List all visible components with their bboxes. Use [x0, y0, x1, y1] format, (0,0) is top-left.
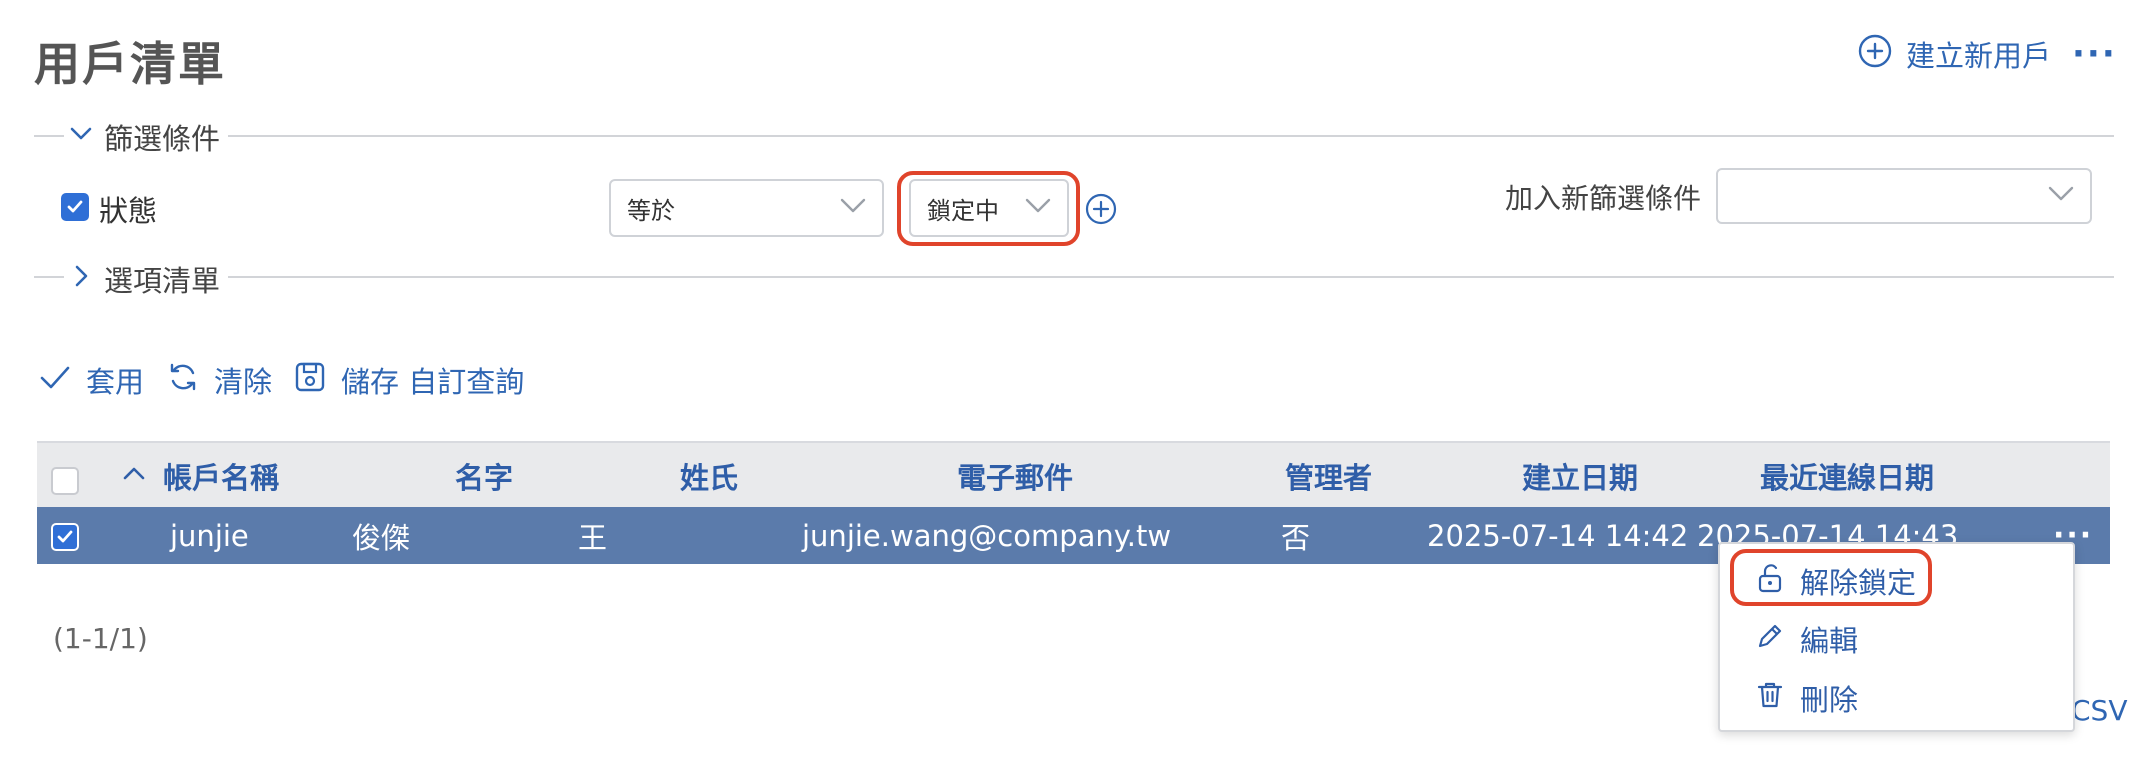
- column-header-last-name[interactable]: 姓氏: [680, 443, 738, 509]
- column-header-last-login[interactable]: 最近連線日期: [1760, 443, 1934, 509]
- clear-label: 清除: [214, 365, 273, 399]
- chevron-right-icon: [68, 262, 94, 296]
- menu-item-edit[interactable]: 編輯: [1754, 618, 1858, 660]
- menu-item-label: 編輯: [1800, 624, 1859, 658]
- table-header: 帳戶名稱 名字 姓氏 電子郵件 管理者 建立日期 最近連線日期: [37, 441, 2110, 507]
- options-section-divider: [34, 276, 2114, 278]
- apply-button[interactable]: 套用: [38, 359, 144, 401]
- check-icon: [38, 360, 72, 401]
- pagination-info: (1-1/1): [53, 622, 148, 655]
- trash-icon: [1754, 679, 1786, 718]
- status-filter-checkbox[interactable]: [61, 193, 89, 221]
- create-user-button[interactable]: 建立新用戶: [1858, 33, 2051, 75]
- column-header-account[interactable]: 帳戶名稱: [121, 443, 279, 509]
- chevron-down-icon: [1023, 194, 1053, 222]
- cell-email: junjie.wang@company.tw: [802, 518, 1172, 553]
- new-filter-label: 加入新篩選條件: [1505, 182, 1702, 215]
- new-filter-select[interactable]: [1716, 168, 2092, 224]
- chevron-down-icon: [838, 194, 868, 222]
- cell-account: junjie: [170, 518, 249, 553]
- cell-created: 2025-07-14 14:42: [1427, 518, 1689, 553]
- plus-circle-icon: [1858, 34, 1892, 75]
- cell-first-name: 俊傑: [352, 520, 411, 555]
- more-options-icon[interactable]: ···: [2072, 34, 2117, 74]
- select-all-checkbox[interactable]: [51, 467, 79, 495]
- chevron-down-icon: [2046, 182, 2076, 210]
- pencil-icon: [1754, 620, 1786, 659]
- filter-section-label: 篩選條件: [104, 122, 221, 156]
- options-section-label: 選項清單: [104, 264, 221, 298]
- clear-button[interactable]: 清除: [166, 359, 272, 401]
- menu-item-delete[interactable]: 刪除: [1754, 677, 1858, 719]
- column-header-admin[interactable]: 管理者: [1285, 443, 1372, 509]
- operator-select[interactable]: 等於: [609, 179, 884, 237]
- column-header-label: 帳戶名稱: [163, 461, 280, 495]
- options-section-toggle[interactable]: 選項清單: [64, 258, 229, 300]
- unlock-highlight: [1730, 549, 1932, 606]
- sort-ascending-icon: [121, 459, 147, 493]
- apply-label: 套用: [86, 365, 145, 399]
- filter-section-toggle[interactable]: 篩選條件: [64, 116, 229, 158]
- row-select-checkbox[interactable]: [51, 523, 79, 551]
- status-filter-label: 狀態: [99, 194, 158, 228]
- save-icon: [293, 360, 327, 401]
- save-query-button[interactable]: 儲存 自訂查詢: [293, 359, 524, 401]
- column-header-first-name[interactable]: 名字: [455, 443, 513, 509]
- column-header-created[interactable]: 建立日期: [1522, 443, 1638, 509]
- column-header-email[interactable]: 電子郵件: [957, 443, 1073, 509]
- refresh-icon: [166, 360, 200, 401]
- filter-section-divider: [34, 135, 2114, 137]
- cell-last-name: 王: [578, 520, 608, 555]
- chevron-down-icon: [68, 120, 94, 154]
- cell-admin: 否: [1281, 520, 1311, 555]
- status-value-select[interactable]: 鎖定中: [909, 179, 1069, 237]
- create-user-label: 建立新用戶: [1906, 39, 2052, 73]
- export-csv-link[interactable]: CSV: [2071, 694, 2127, 727]
- add-condition-icon[interactable]: [1085, 193, 1117, 225]
- status-value-select-value: 鎖定中: [927, 196, 999, 225]
- operator-select-value: 等於: [627, 196, 675, 225]
- page-title: 用戶清單: [34, 37, 226, 91]
- save-query-label: 儲存 自訂查詢: [341, 365, 525, 399]
- menu-item-label: 刪除: [1800, 683, 1859, 717]
